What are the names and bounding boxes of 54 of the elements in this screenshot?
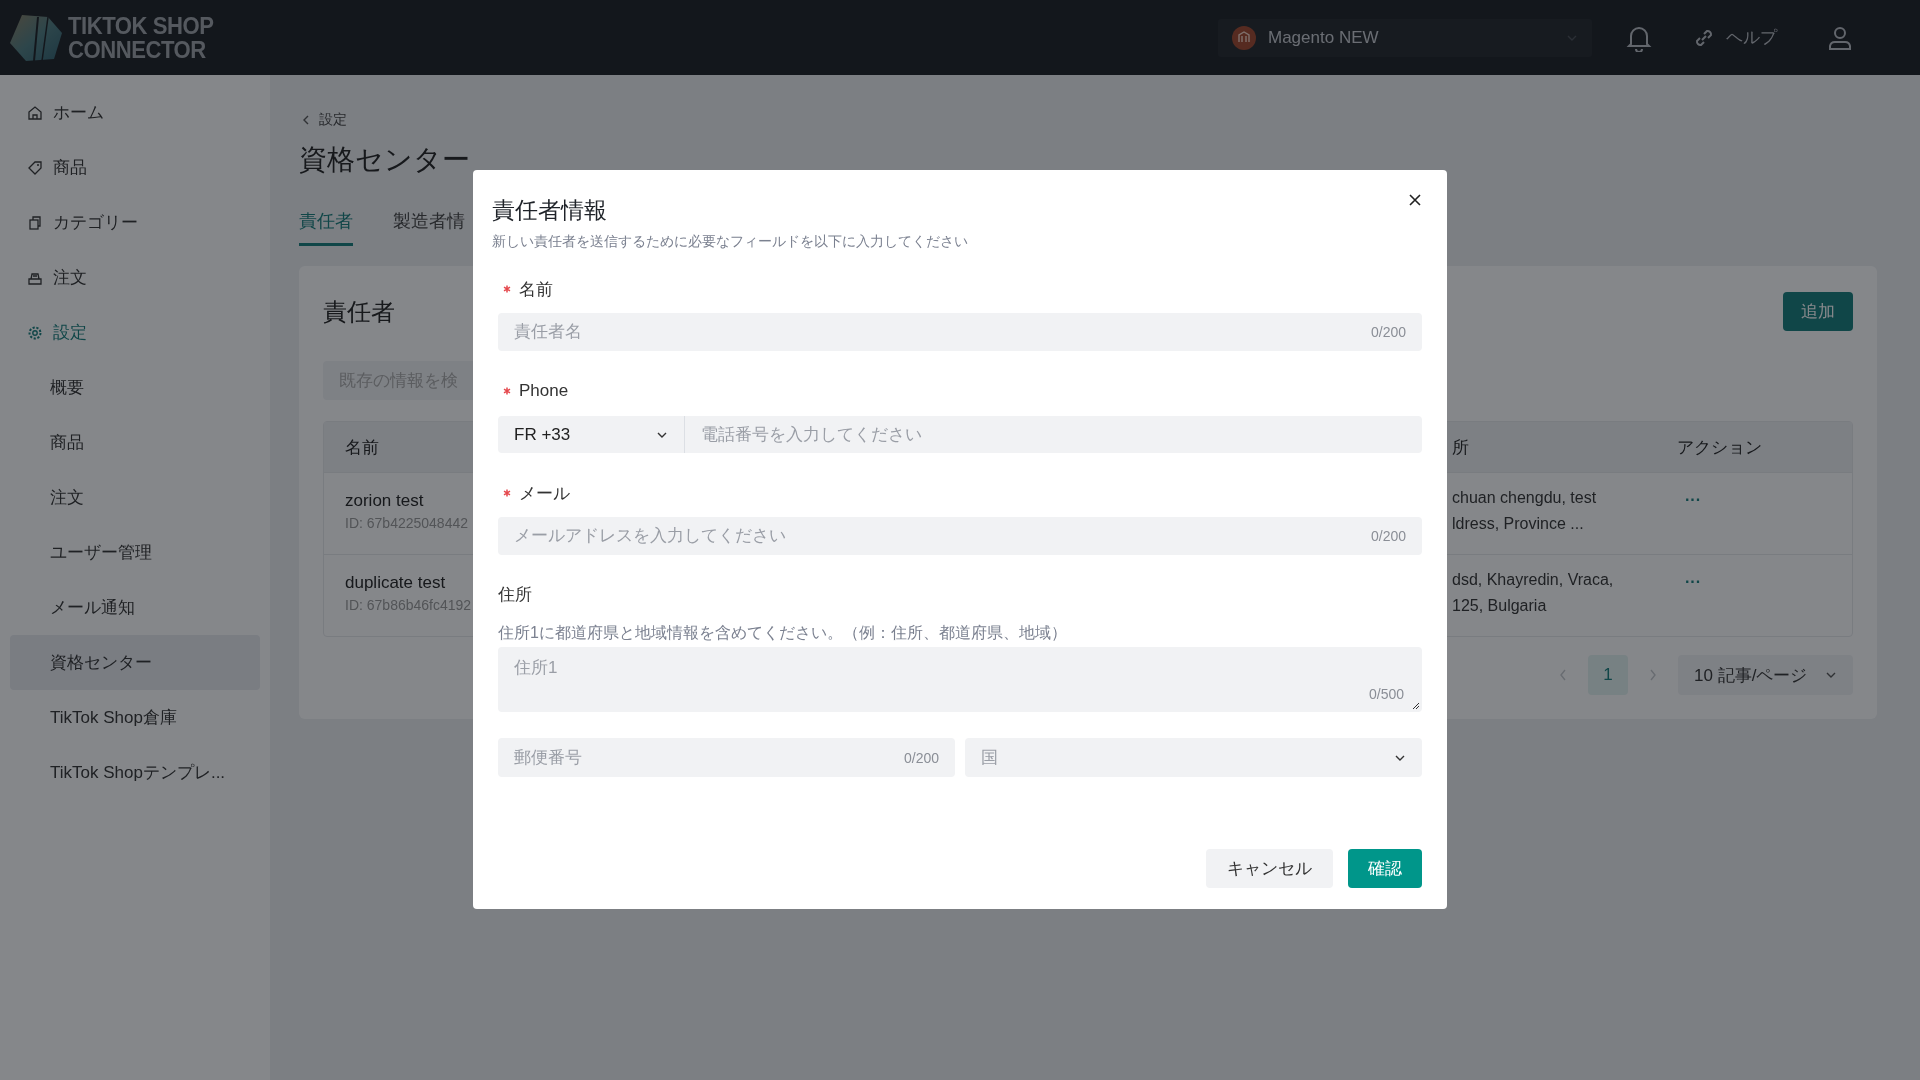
back-link[interactable]: 設定 [301, 111, 347, 129]
add-button[interactable]: 追加 [1783, 292, 1853, 331]
page-title: 資格センター [299, 143, 470, 177]
phone-input[interactable]: 電話番号を入力してください [685, 416, 1422, 453]
logo-text: CONNECTOR [68, 37, 207, 62]
confirm-button[interactable]: 確認 [1348, 849, 1422, 888]
sidebar-item[interactable]: 概要 [10, 360, 260, 415]
name-text: duplicate test [345, 573, 447, 593]
sidebar-item[interactable]: 設定 [10, 305, 260, 360]
more-actions-button[interactable]: ··· [1677, 573, 1701, 591]
sidebar-item[interactable]: TikTok Shop倉庫 [10, 690, 260, 745]
country-select[interactable]: 国 [965, 738, 1422, 777]
help-link[interactable]: ヘルプ [1692, 25, 1777, 50]
dialog-title: 責任者情報 [492, 196, 607, 224]
column-header: アクション [1676, 436, 1763, 459]
character-counter: 0/200 [1370, 324, 1406, 340]
store-selector[interactable]: Magento NEW [1218, 18, 1592, 57]
hint-text: 住所1に都道府県と地域情報を含めてください。（例：住所、都道府県、地域） [498, 623, 1068, 643]
sidebar-item[interactable]: 商品 [10, 415, 260, 470]
sidebar-item[interactable]: 注文 [10, 250, 260, 305]
field-label: Phone [519, 381, 569, 401]
page-button[interactable]: 1 [1588, 655, 1628, 695]
dialog-subtitle: 新しい責任者を送信するために必要なフィールドを以下に入力してください [492, 232, 969, 250]
logo-text: TIKTOK SHOP [68, 13, 214, 38]
character-counter: 0/500 [1368, 686, 1404, 702]
address-text: dsd, Khayredin, Vraca, [1452, 570, 1615, 590]
placeholder-text: 住所1 [514, 657, 558, 679]
sidebar-item[interactable]: 資格センター [10, 635, 260, 690]
sidebar-item[interactable]: ホーム [10, 85, 260, 140]
sidebar-item[interactable]: 注文 [10, 470, 260, 525]
field-label: メール [519, 482, 570, 505]
address-text: chuan chengdu, test [1452, 488, 1598, 508]
field-label: 住所 [498, 584, 533, 606]
character-counter: 0/200 [1370, 528, 1406, 544]
textarea-field[interactable]: 住所1 0/500 [498, 647, 1422, 712]
tab[interactable]: 製造者情 [393, 209, 465, 246]
column-header: 名前 [344, 436, 380, 459]
address-text: 125, Bulgaria [1452, 595, 1548, 616]
tab[interactable]: 責任者 [299, 209, 353, 246]
name-text: zorion test [345, 491, 425, 511]
sidebar-item[interactable]: メール通知 [10, 580, 260, 635]
cancel-button[interactable]: キャンセル [1206, 849, 1333, 888]
more-actions-button[interactable]: ··· [1677, 491, 1701, 509]
sidebar-item[interactable]: カテゴリー [10, 195, 260, 250]
column-header: 所 [1452, 436, 1470, 459]
country-code-select[interactable]: FR +33 [498, 416, 685, 453]
card-title: 責任者 [323, 296, 395, 327]
page-size-select[interactable]: 10 記事/ページ [1678, 655, 1853, 695]
sidebar-item[interactable]: 商品 [10, 140, 260, 195]
character-counter: 0/200 [903, 749, 939, 766]
sidebar-item[interactable]: TikTok Shopテンプレ... [10, 745, 260, 800]
field-label: 名前 [519, 278, 553, 301]
sidebar-item[interactable]: ユーザー管理 [10, 525, 260, 580]
address-text: ldress, Province ... [1452, 513, 1585, 534]
